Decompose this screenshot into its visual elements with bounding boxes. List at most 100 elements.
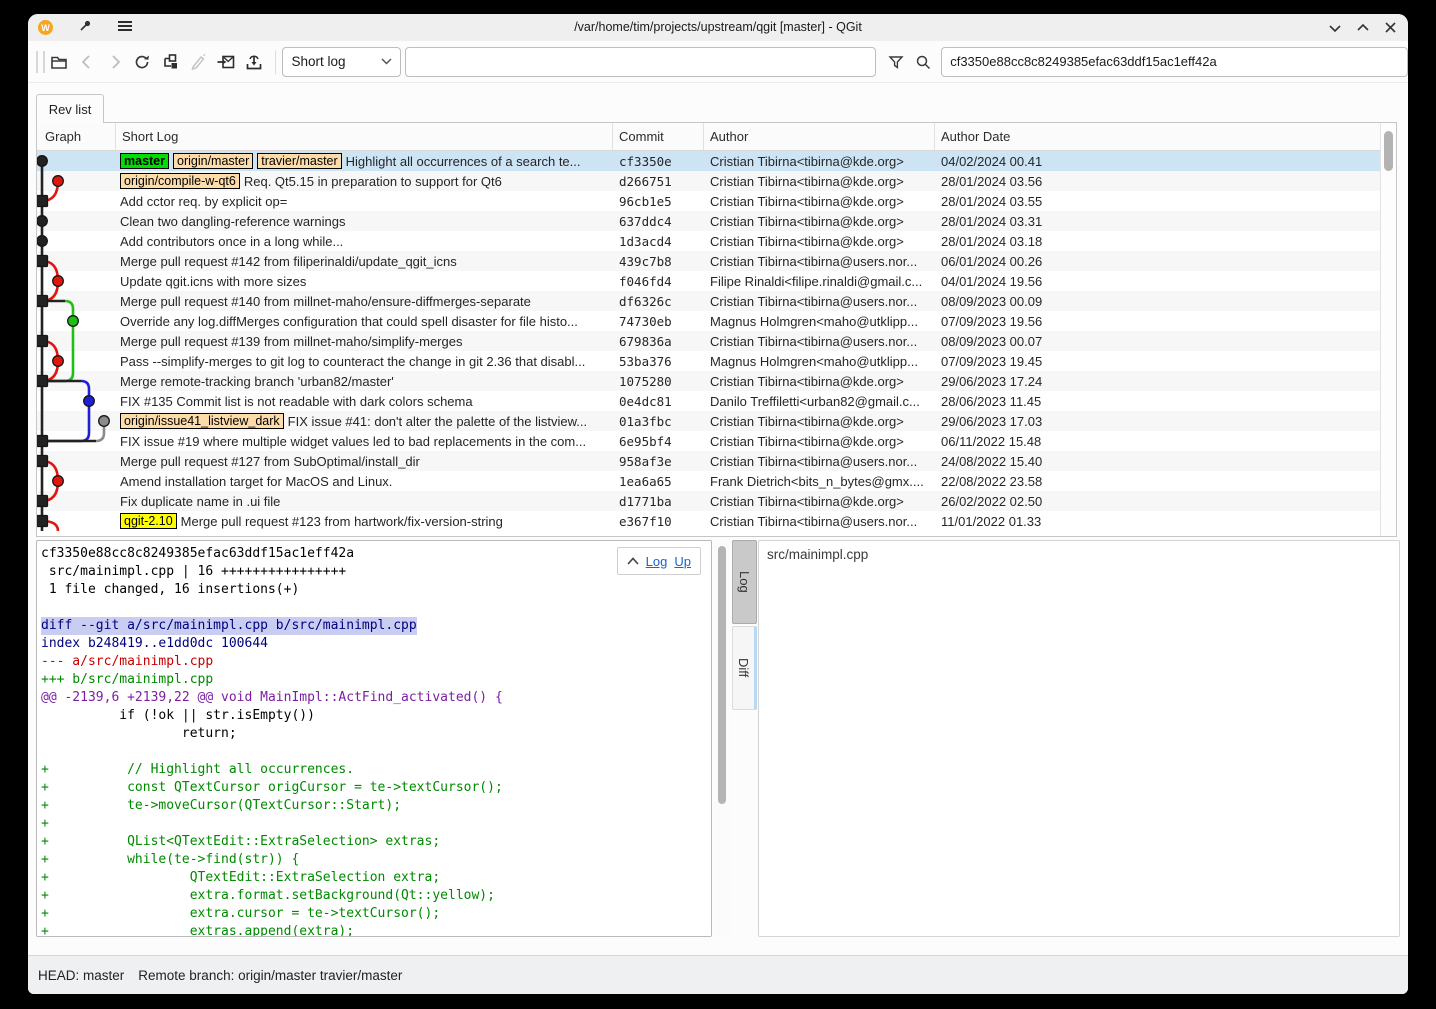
tab-diff[interactable]: Diff bbox=[732, 626, 757, 710]
up-link[interactable]: Up bbox=[674, 554, 691, 569]
column-header-author[interactable]: Author bbox=[704, 123, 935, 150]
short-log-cell: Amend installation target for MacOS and … bbox=[116, 474, 613, 489]
window-title: /var/home/tim/projects/upstream/qgit [ma… bbox=[28, 14, 1408, 41]
author-date-cell: 28/01/2024 03.56 bbox=[935, 174, 1380, 189]
author-cell: Cristian Tibirna<tibirna@kde.org> bbox=[704, 214, 935, 229]
side-tabs: Log Diff bbox=[732, 540, 757, 710]
author-cell: Cristian Tibirna<tibirna@kde.org> bbox=[704, 174, 935, 189]
table-row[interactable]: qgit-2.10Merge pull request #123 from ha… bbox=[37, 511, 1380, 531]
table-row[interactable]: Fix duplicate name in .ui filed1771baCri… bbox=[37, 491, 1380, 511]
toolbar-handle[interactable] bbox=[36, 51, 45, 73]
author-cell: Frank Dietrich<bits_n_bytes@gmx.... bbox=[704, 474, 935, 489]
search-icon[interactable] bbox=[909, 48, 937, 76]
log-link[interactable]: Log bbox=[646, 554, 668, 569]
status-head: HEAD: master bbox=[38, 968, 124, 983]
diff-line: diff --git a/src/mainimpl.cpp b/src/main… bbox=[41, 617, 709, 635]
save-patch-button[interactable] bbox=[240, 48, 268, 76]
minimize-icon[interactable] bbox=[1329, 24, 1341, 32]
ref-badge-remote: origin/compile-w-qt6 bbox=[120, 173, 240, 189]
column-header-short-log[interactable]: Short Log bbox=[116, 123, 613, 150]
open-repo-button[interactable] bbox=[45, 48, 73, 76]
back-button[interactable] bbox=[73, 48, 101, 76]
commit-hash-cell: 637ddc4 bbox=[613, 214, 704, 229]
table-row[interactable]: FIX issue #19 where multiple widget valu… bbox=[37, 431, 1380, 451]
search-input[interactable] bbox=[405, 47, 876, 77]
table-row[interactable]: FIX #135 Commit list is not readable wit… bbox=[37, 391, 1380, 411]
table-row[interactable]: Merge pull request #139 from millnet-mah… bbox=[37, 331, 1380, 351]
author-cell: Magnus Holmgren<maho@utklipp... bbox=[704, 354, 935, 369]
short-log-cell: Override any log.diffMerges configuratio… bbox=[116, 314, 613, 329]
apply-patch-button[interactable] bbox=[212, 48, 240, 76]
author-cell: Cristian Tibirna<tibirna@users.nor... bbox=[704, 514, 935, 529]
author-date-cell: 04/01/2024 19.56 bbox=[935, 274, 1380, 289]
column-header-author-date[interactable]: Author Date bbox=[935, 123, 1396, 150]
diff-scrollbar-thumb[interactable] bbox=[718, 546, 726, 804]
filter-icon[interactable] bbox=[882, 48, 910, 76]
diff-line: index b248419..e1dd0dc 100644 bbox=[41, 635, 709, 653]
commit-hash-cell: 96cb1e5 bbox=[613, 194, 704, 209]
author-cell: Cristian Tibirna<tibirna@users.nor... bbox=[704, 294, 935, 309]
titlebar: W /var/home/tim/projects/upstream/qgit [… bbox=[28, 14, 1408, 41]
diff-line: --- a/src/mainimpl.cpp bbox=[41, 653, 709, 671]
table-row[interactable]: Add cctor req. by explicit op=96cb1e5Cri… bbox=[37, 191, 1380, 211]
table-row[interactable]: origin/issue41_listview_darkFIX issue #4… bbox=[37, 411, 1380, 431]
column-header-graph[interactable]: Graph bbox=[37, 123, 116, 150]
diff-scrollbar[interactable] bbox=[714, 540, 730, 937]
maximize-icon[interactable] bbox=[1357, 24, 1369, 32]
table-row[interactable]: Merge pull request #127 from SubOptimal/… bbox=[37, 451, 1380, 471]
log-mode-combo[interactable]: Short log bbox=[282, 47, 400, 77]
status-remote-branch: Remote branch: origin/master travier/mas… bbox=[138, 968, 402, 983]
column-header-commit[interactable]: Commit bbox=[613, 123, 704, 150]
sha-input[interactable] bbox=[941, 47, 1408, 77]
log-diff-pane: cf3350e88cc8c8249385efac63ddf15ac1eff42a… bbox=[36, 540, 712, 937]
commit-hash-cell: d1771ba bbox=[613, 494, 704, 509]
table-row[interactable]: Merge remote-tracking branch 'urban82/ma… bbox=[37, 371, 1380, 391]
view-tree-button[interactable] bbox=[156, 48, 184, 76]
short-log-cell: masterorigin/mastertravier/masterHighlig… bbox=[116, 153, 613, 169]
commit-subject: Add contributors once in a long while... bbox=[120, 234, 343, 249]
table-row[interactable]: masterorigin/mastertravier/masterHighlig… bbox=[37, 151, 1380, 171]
toolbar: Short log bbox=[28, 41, 1408, 83]
author-date-cell: 04/02/2024 00.41 bbox=[935, 154, 1380, 169]
short-log-cell: Merge pull request #142 from filiperinal… bbox=[116, 254, 613, 269]
diff-line: + QTextEdit::ExtraSelection extra; bbox=[41, 869, 709, 887]
commit-subject: Add cctor req. by explicit op= bbox=[120, 194, 287, 209]
author-date-cell: 24/08/2022 15.40 bbox=[935, 454, 1380, 469]
tab-diff-label: Diff bbox=[736, 658, 751, 677]
diff-line: + // Highlight all occurrences. bbox=[41, 761, 709, 779]
ref-badge-remote: origin/issue41_listview_dark bbox=[120, 413, 284, 429]
table-row[interactable]: Pass --simplify-merges to git log to cou… bbox=[37, 351, 1380, 371]
rev-list-scrollbar[interactable] bbox=[1381, 123, 1396, 536]
diff-line: return; bbox=[41, 725, 709, 743]
commit-subject: Req. Qt5.15 in preparation to support fo… bbox=[244, 174, 502, 189]
table-row[interactable]: Merge pull request #140 from millnet-mah… bbox=[37, 291, 1380, 311]
tab-rev-list[interactable]: Rev list bbox=[36, 94, 104, 123]
diff-line: + extra.format.setBackground(Qt::yellow)… bbox=[41, 887, 709, 905]
table-row[interactable]: Update qgit.icns with more sizesf046fd4F… bbox=[37, 271, 1380, 291]
tab-rev-list-label: Rev list bbox=[49, 102, 92, 117]
table-row[interactable]: Amend installation target for MacOS and … bbox=[37, 471, 1380, 491]
commit-hash-cell: 1d3acd4 bbox=[613, 234, 704, 249]
diff-text[interactable]: cf3350e88cc8c8249385efac63ddf15ac1eff42a… bbox=[41, 545, 709, 936]
author-cell: Cristian Tibirna<tibirna@kde.org> bbox=[704, 374, 935, 389]
forward-button[interactable] bbox=[101, 48, 129, 76]
tab-log-label: Log bbox=[737, 571, 752, 593]
table-row[interactable]: Override any log.diffMerges configuratio… bbox=[37, 311, 1380, 331]
tab-log[interactable]: Log bbox=[732, 540, 757, 624]
file-list-item[interactable]: src/mainimpl.cpp bbox=[759, 541, 1399, 562]
close-icon[interactable] bbox=[1385, 22, 1396, 33]
table-row[interactable]: origin/compile-w-qt6 Req. Qt5.15 in prepa… bbox=[37, 171, 1380, 191]
commit-subject: Highlight all occurrences of a search te… bbox=[346, 154, 581, 169]
diff-line bbox=[41, 743, 709, 761]
table-row[interactable]: Clean two dangling-reference warnings637… bbox=[37, 211, 1380, 231]
commit-subject: Merge pull request #142 from filiperinal… bbox=[120, 254, 457, 269]
author-date-cell: 07/09/2023 19.56 bbox=[935, 314, 1380, 329]
commit-subject: Override any log.diffMerges configuratio… bbox=[120, 314, 578, 329]
diff-line: src/mainimpl.cpp | 16 ++++++++++++++++ bbox=[41, 563, 709, 581]
edit-button[interactable] bbox=[184, 48, 212, 76]
table-row[interactable]: Merge pull request #142 from filiperinal… bbox=[37, 251, 1380, 271]
refresh-button[interactable] bbox=[128, 48, 156, 76]
rev-list-scrollbar-thumb[interactable] bbox=[1384, 131, 1393, 171]
table-row[interactable]: Add contributors once in a long while...… bbox=[37, 231, 1380, 251]
author-cell: Danilo Treffiletti<urban82@gmail.c... bbox=[704, 394, 935, 409]
